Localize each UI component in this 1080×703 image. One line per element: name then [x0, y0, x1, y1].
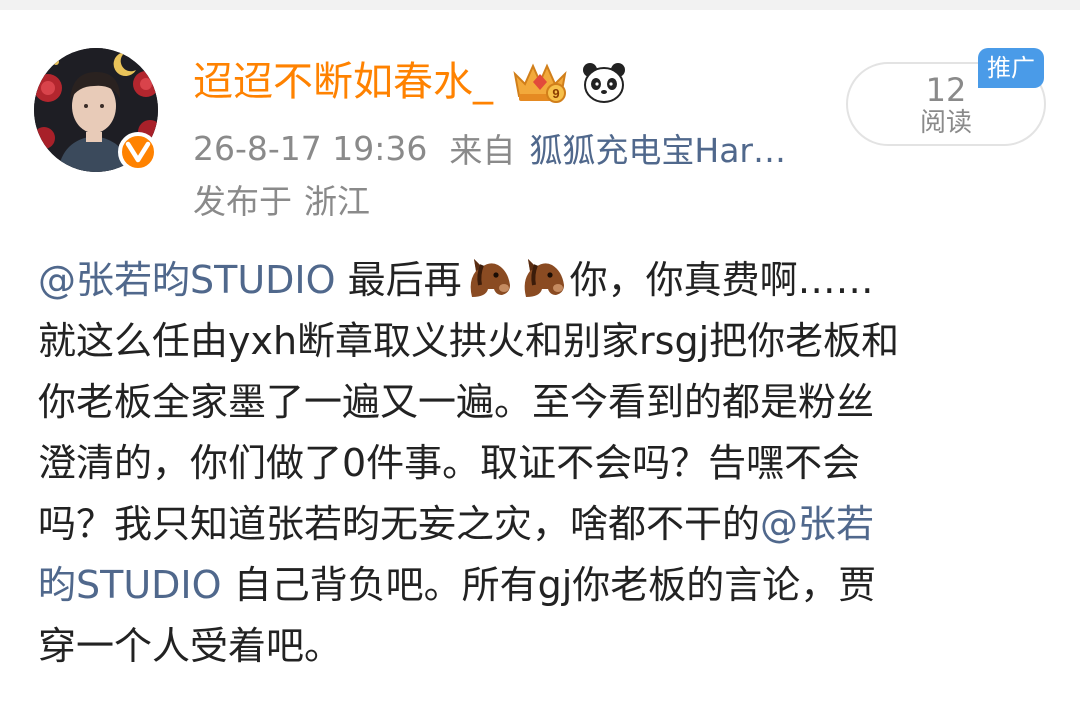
horse-face-icon [518, 255, 568, 301]
post-line-5: 吗？我只知道张若昀无妄之灾，啥都不干的@张若 [38, 494, 1048, 555]
post-line-7: 穿一个人受着吧。 [38, 624, 343, 668]
mention-link[interactable]: @张若 [760, 502, 874, 546]
post-meta: 26-8-17 19:36 来自 狐狐充电宝Har… [193, 124, 786, 172]
post-location: 发布于 浙江 [193, 175, 370, 223]
horse-face-icon [464, 255, 514, 301]
location-value: 浙江 [304, 182, 370, 221]
source-link[interactable]: 狐狐充电宝Har… [529, 124, 786, 172]
mention-link[interactable]: @张若昀STUDIO [38, 258, 336, 302]
avatar[interactable] [30, 44, 162, 176]
svg-text:9: 9 [552, 86, 559, 101]
vip-crown-icon[interactable]: 9 [511, 60, 569, 104]
verified-icon [118, 132, 158, 172]
post-text: 最后再 [347, 258, 462, 302]
panda-icon[interactable] [581, 60, 627, 104]
promo-badge[interactable]: 推广 [978, 48, 1044, 88]
top-divider [0, 0, 1080, 10]
post-text: 吗？我只知道张若昀无妄之灾，啥都不干的 [38, 502, 761, 546]
post-line-1: @张若昀STUDIO 最后再 你，你真费啊…… [38, 250, 1048, 311]
location-label: 发布于 [193, 182, 292, 221]
post-text: 自己背负吧。所有gj你老板的言论，贾 [233, 563, 877, 607]
post-text: 你，你真费啊…… [569, 258, 874, 302]
author-row: 迢迢不断如春水_ 9 [193, 52, 627, 112]
post-time: 26-8-17 19:36 [193, 128, 428, 168]
author-name[interactable]: 迢迢不断如春水_ [193, 52, 493, 112]
post-body: @张若昀STUDIO 最后再 你，你真费啊…… 就这么任由yxh断章取义拱火和别家… [38, 250, 1048, 677]
post-line-2: 就这么任由yxh断章取义拱火和别家rsgj把你老板和 [38, 319, 900, 363]
post-line-6: 昀STUDIO 自己背负吧。所有gj你老板的言论，贾 [38, 555, 1048, 616]
post-line-3: 你老板全家墨了一遍又一遍。至今看到的都是粉丝 [38, 380, 875, 424]
read-count-label: 阅读 [919, 108, 972, 138]
mention-link[interactable]: 昀STUDIO [38, 563, 222, 607]
source-prefix: 来自 [449, 131, 516, 170]
post-line-4: 澄清的，你们做了0件事。取证不会吗？告嘿不会 [38, 441, 861, 485]
